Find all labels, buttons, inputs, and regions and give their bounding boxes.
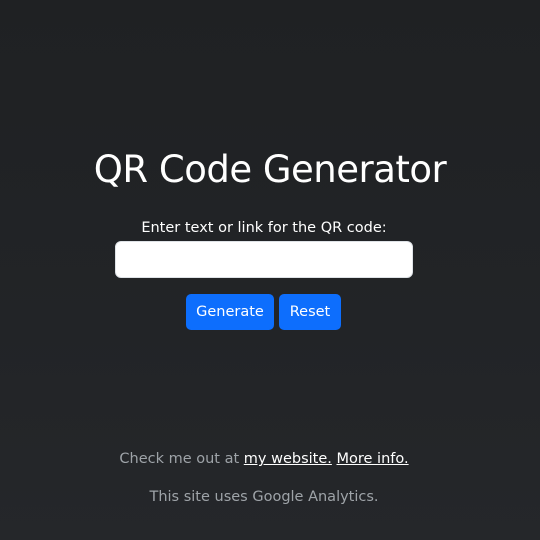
reset-button[interactable]: Reset bbox=[279, 294, 341, 330]
my-website-link[interactable]: my website. bbox=[244, 451, 332, 467]
qr-text-input[interactable] bbox=[115, 241, 413, 278]
footer-prefix: Check me out at bbox=[119, 451, 244, 467]
generate-button[interactable]: Generate bbox=[186, 294, 274, 330]
more-info-link[interactable]: More info. bbox=[337, 451, 409, 467]
analytics-notice: This site uses Google Analytics. bbox=[149, 489, 379, 505]
page-title: QR Code Generator bbox=[93, 148, 447, 191]
page: QR Code Generator Enter text or link for… bbox=[0, 0, 540, 540]
footer-links: Check me out at my website. More info. bbox=[0, 451, 528, 467]
qr-input-label: Enter text or link for the QR code: bbox=[141, 220, 387, 236]
